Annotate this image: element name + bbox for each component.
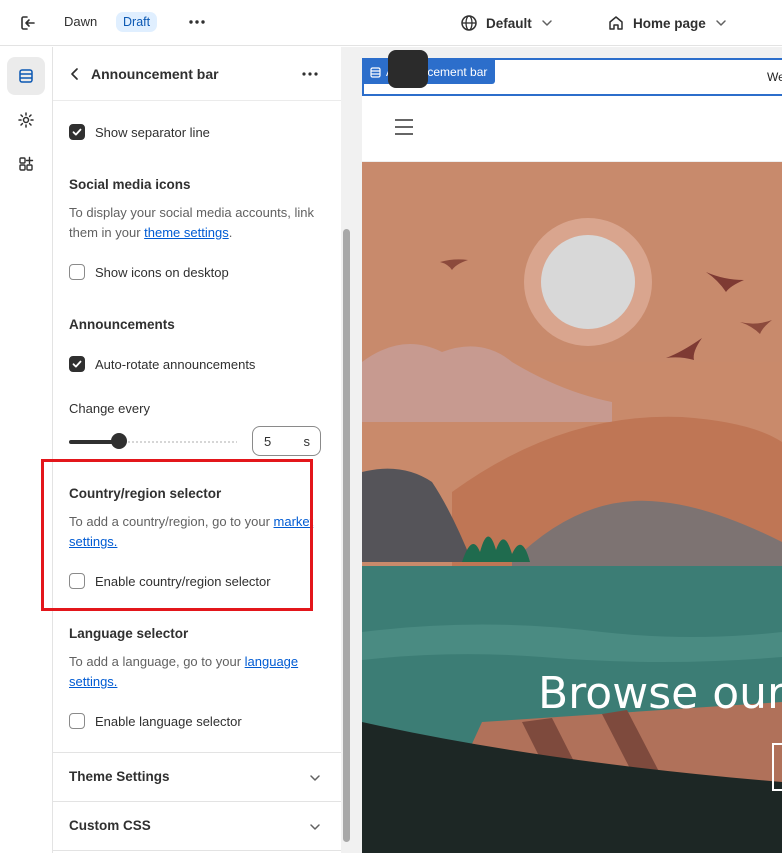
hero-cta-button[interactable] <box>772 743 782 791</box>
more-actions-button[interactable] <box>186 12 208 32</box>
language-selector-description: To add a language, go to your language s… <box>69 654 299 689</box>
checkbox-label: Enable country/region selector <box>95 573 271 589</box>
theme-settings-link[interactable]: theme settings <box>144 225 229 240</box>
language-label: Default <box>486 15 532 31</box>
change-every-slider[interactable] <box>69 440 237 444</box>
section-icon <box>370 66 381 78</box>
show-icons-desktop-checkbox[interactable]: Show icons on desktop <box>69 264 229 280</box>
checkbox-label: Auto-rotate announcements <box>95 356 256 372</box>
settings-panel: Announcement bar Show separator line Soc… <box>53 47 341 853</box>
chevron-down-icon <box>310 775 320 781</box>
exit-icon[interactable] <box>18 13 38 33</box>
checkbox[interactable] <box>69 124 85 140</box>
divider <box>53 850 341 851</box>
social-media-description: To display your social media accounts, l… <box>69 205 314 240</box>
enable-language-selector-checkbox[interactable]: Enable language selector <box>69 713 242 729</box>
sections-button[interactable] <box>7 57 45 95</box>
scrollbar-thumb[interactable] <box>343 229 350 842</box>
gear-icon <box>18 112 34 128</box>
social-media-heading: Social media icons <box>69 177 191 192</box>
announcements-heading: Announcements <box>69 317 175 332</box>
chevron-left-icon <box>71 68 78 80</box>
hero-heading: Browse our <box>538 668 782 719</box>
chevron-down-icon <box>542 20 552 26</box>
back-button[interactable] <box>67 66 83 82</box>
section-label: Theme Settings <box>69 769 170 784</box>
more-icon <box>302 72 318 76</box>
chevron-down-icon <box>310 824 320 830</box>
language-selector-heading: Language selector <box>69 626 189 641</box>
storefront-preview[interactable]: We Announcement bar Browse our <box>362 58 782 853</box>
check-icon <box>72 128 82 136</box>
status-badge: Draft <box>116 12 158 32</box>
top-bar: Dawn Draft Default Home page <box>0 0 782 46</box>
theme-settings-section[interactable]: Theme Settings <box>53 753 341 801</box>
enable-country-selector-checkbox[interactable]: Enable country/region selector <box>69 573 271 589</box>
globe-icon <box>461 15 477 31</box>
slider-thumb[interactable] <box>111 433 127 449</box>
checkbox-label: Enable language selector <box>95 713 242 729</box>
change-every-value: 5 <box>264 434 272 449</box>
preview-toggle-button[interactable] <box>388 50 428 88</box>
apps-button[interactable] <box>7 145 45 183</box>
menu-icon[interactable] <box>394 118 414 136</box>
page-label: Home page <box>633 15 706 31</box>
change-every-unit: s <box>303 434 311 449</box>
sun <box>541 235 635 329</box>
sections-icon <box>19 69 33 83</box>
change-every-label: Change every <box>69 401 150 416</box>
panel-title: Announcement bar <box>91 66 219 82</box>
checkbox[interactable] <box>69 713 85 729</box>
page-selector[interactable]: Home page <box>607 12 728 34</box>
sidebar-rail <box>0 47 53 853</box>
slider-rest <box>127 441 237 443</box>
checkbox[interactable] <box>69 573 85 589</box>
change-every-input[interactable]: 5 s <box>252 426 321 456</box>
checkbox-label: Show separator line <box>95 124 210 140</box>
home-icon <box>609 16 623 30</box>
checkbox-label: Show icons on desktop <box>95 264 229 280</box>
section-label: Custom CSS <box>69 818 151 833</box>
check-icon <box>72 360 82 368</box>
auto-rotate-checkbox[interactable]: Auto-rotate announcements <box>69 356 255 372</box>
custom-css-section[interactable]: Custom CSS <box>53 802 341 850</box>
chevron-down-icon <box>716 20 726 26</box>
apps-icon <box>19 156 34 171</box>
announcement-text: We <box>767 70 782 84</box>
panel-scrollbar[interactable] <box>341 47 352 853</box>
checkbox[interactable] <box>69 356 85 372</box>
country-selector-description: To add a country/region, go to your mark… <box>69 514 314 549</box>
announcement-bar-tag: Announcement bar <box>362 60 496 84</box>
language-selector[interactable]: Default <box>460 12 554 34</box>
separator-line-checkbox[interactable]: Show separator line <box>69 124 210 140</box>
settings-button[interactable] <box>7 101 45 139</box>
hero-illustration <box>362 162 782 853</box>
theme-name: Dawn <box>64 14 98 29</box>
site-header <box>362 96 782 162</box>
checkbox[interactable] <box>69 264 85 280</box>
panel-more-button[interactable] <box>300 65 320 83</box>
country-selector-heading: Country/region selector <box>69 486 222 501</box>
panel-header: Announcement bar <box>53 47 341 101</box>
